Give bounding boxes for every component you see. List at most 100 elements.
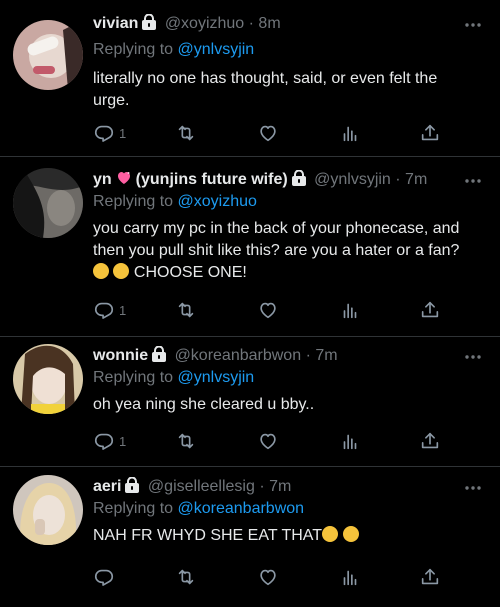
heart-icon <box>260 433 276 450</box>
reply-button[interactable]: 1 <box>93 121 126 145</box>
tweet-text: oh yea ning she cleared u bby.. <box>93 396 315 413</box>
like-button[interactable] <box>257 298 279 322</box>
retweet-button[interactable] <box>175 429 197 453</box>
divider <box>0 466 500 467</box>
stats-icon <box>343 434 357 450</box>
action-bar <box>93 565 453 589</box>
lock-icon <box>151 346 168 362</box>
reply-icon <box>94 569 114 586</box>
tweet-text: NAH FR WHYD SHE EAT THAT <box>93 525 478 547</box>
zany-face-emoji <box>93 263 109 279</box>
share-icon <box>421 568 439 585</box>
views-button[interactable] <box>339 565 361 589</box>
retweet-button[interactable] <box>175 565 197 589</box>
timestamp[interactable]: · 7m <box>395 171 427 188</box>
mention-link[interactable]: @ynlvsyjin <box>178 369 255 386</box>
divider <box>0 156 500 157</box>
heart-icon <box>260 569 276 586</box>
stats-icon <box>343 570 357 586</box>
tweet-text-line: CHOOSE ONE! <box>93 262 478 284</box>
share-icon <box>421 432 439 449</box>
divider <box>0 336 500 337</box>
tweet-text: literally no one has thought, said, or e… <box>93 70 438 109</box>
tweet-text-line: you carry my pc in the back of your phon… <box>93 220 460 237</box>
tweet-header: wonnie @koreanbarbwon · 7m <box>93 346 338 366</box>
display-name-suffix: (yunjins future wife) <box>135 171 288 188</box>
more-options-icon[interactable] <box>464 348 482 366</box>
share-icon <box>421 301 439 318</box>
avatar[interactable] <box>13 475 83 545</box>
reply-icon <box>94 433 114 450</box>
avatar[interactable] <box>13 20 83 90</box>
stats-icon <box>343 126 357 142</box>
action-bar: 1 <box>93 121 453 145</box>
tweet-1[interactable]: vivian @xoyizhuo · 8m Replying to @ynlvs… <box>0 14 500 164</box>
sparkling-heart-icon <box>117 172 130 184</box>
tweet-header: vivian @xoyizhuo · 8m <box>93 14 281 34</box>
reply-icon <box>94 125 114 142</box>
stats-icon <box>343 303 357 319</box>
reply-button[interactable]: 1 <box>93 298 126 322</box>
tweet-4[interactable]: aeri @giselleellesig · 7m Replying to @k… <box>0 475 500 607</box>
share-icon <box>421 124 439 141</box>
tweet-text: you carry my pc in the back of your phon… <box>93 218 478 284</box>
tweet-header: yn (yunjins future wife) @ynlvsyjin · 7m <box>93 170 427 190</box>
handle[interactable]: @koreanbarbwon <box>175 347 302 364</box>
tweet-text-line: then you pull shit like this? are you a … <box>93 242 460 259</box>
lock-icon <box>124 477 141 493</box>
reply-count: 1 <box>119 302 127 318</box>
more-options-icon[interactable] <box>464 172 482 190</box>
share-button[interactable] <box>419 565 441 589</box>
reply-button[interactable] <box>93 565 119 589</box>
avatar[interactable] <box>13 168 83 238</box>
tweet-2[interactable]: yn (yunjins future wife) @ynlvsyjin · 7m … <box>0 168 500 340</box>
tweet-3[interactable]: wonnie @koreanbarbwon · 7m Replying to @… <box>0 344 500 466</box>
retweet-button[interactable] <box>175 121 197 145</box>
display-name[interactable]: aeri <box>93 478 121 495</box>
tweet-header: aeri @giselleellesig · 7m <box>93 477 291 497</box>
action-bar: 1 <box>93 298 453 322</box>
share-button[interactable] <box>419 429 441 453</box>
views-button[interactable] <box>339 429 361 453</box>
handle[interactable]: @ynlvsyjin <box>314 171 391 188</box>
views-button[interactable] <box>339 298 361 322</box>
reply-count: 1 <box>119 125 127 141</box>
display-name[interactable]: yn <box>93 171 112 188</box>
more-options-icon[interactable] <box>464 16 482 34</box>
timestamp[interactable]: · 7m <box>259 478 291 495</box>
action-bar: 1 <box>93 429 453 453</box>
share-button[interactable] <box>419 121 441 145</box>
display-name[interactable]: wonnie <box>93 347 148 364</box>
replying-to: Replying to @koreanbarbwon <box>93 500 305 517</box>
like-button[interactable] <box>257 429 279 453</box>
replying-to: Replying to @xoyizhuo <box>93 193 257 210</box>
reply-icon <box>94 302 114 319</box>
timestamp[interactable]: · 8m <box>249 15 281 32</box>
more-options-icon[interactable] <box>464 479 482 497</box>
monocle-face-emoji <box>113 263 130 279</box>
heart-icon <box>260 302 276 319</box>
like-button[interactable] <box>257 121 279 145</box>
retweet-button[interactable] <box>175 298 197 322</box>
heart-icon <box>260 125 276 142</box>
retweet-icon <box>178 433 194 449</box>
lock-icon <box>141 14 158 30</box>
reply-count: 1 <box>119 433 127 449</box>
mention-link[interactable]: @koreanbarbwon <box>178 500 305 517</box>
handle[interactable]: @giselleellesig <box>148 478 255 495</box>
mention-link[interactable]: @ynlvsyjin <box>178 41 255 58</box>
avatar[interactable] <box>13 344 83 414</box>
like-button[interactable] <box>257 565 279 589</box>
views-button[interactable] <box>339 121 361 145</box>
retweet-icon <box>178 302 194 318</box>
display-name[interactable]: vivian <box>93 15 138 32</box>
crying-face-emoji <box>322 526 339 542</box>
handle[interactable]: @xoyizhuo <box>165 15 244 32</box>
reply-button[interactable]: 1 <box>93 429 126 453</box>
crying-face-emoji <box>342 526 359 542</box>
retweet-icon <box>178 569 194 585</box>
share-button[interactable] <box>419 298 441 322</box>
replying-to: Replying to @ynlvsyjin <box>93 41 255 58</box>
timestamp[interactable]: · 7m <box>306 347 338 364</box>
mention-link[interactable]: @xoyizhuo <box>178 193 257 210</box>
